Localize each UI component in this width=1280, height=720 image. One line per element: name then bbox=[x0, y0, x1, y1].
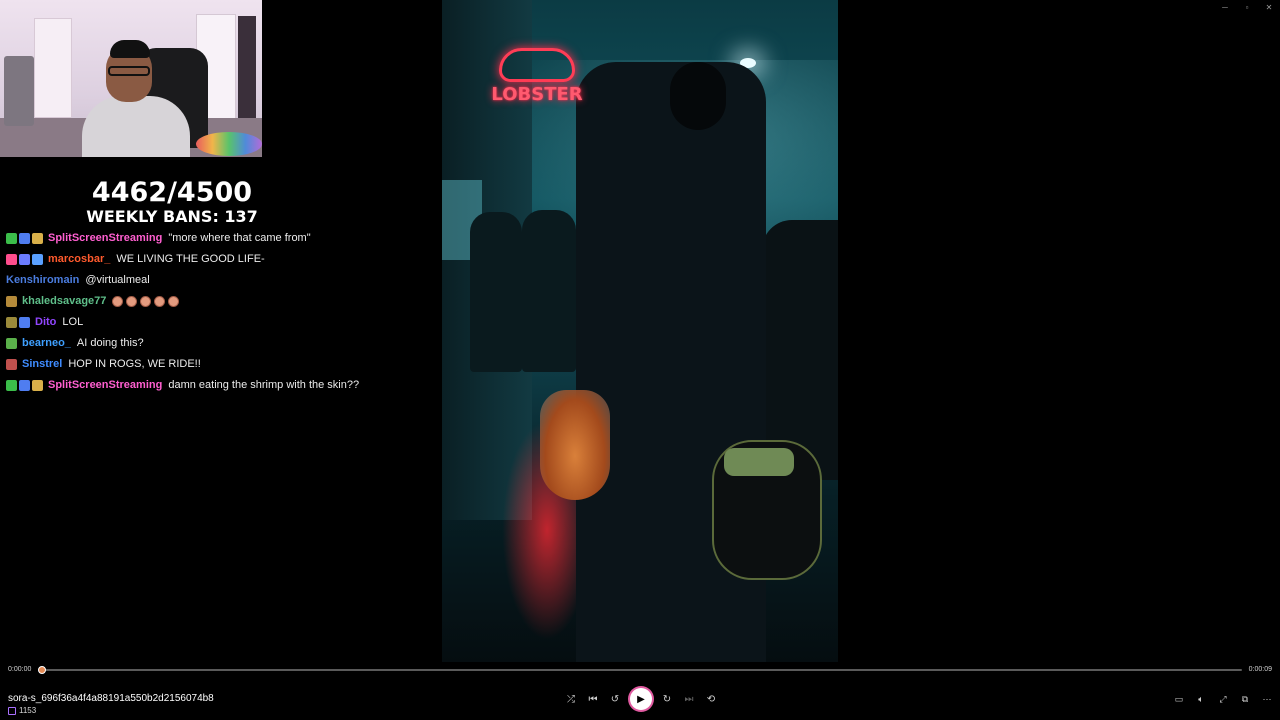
badge-icon bbox=[6, 233, 17, 244]
weekly-bans: WEEKLY BANS: 137 bbox=[86, 207, 258, 226]
seek-bar[interactable] bbox=[40, 669, 1242, 671]
volume-icon[interactable]: 🔈︎ bbox=[1190, 688, 1212, 710]
twitch-icon bbox=[8, 706, 16, 715]
chat-message: bearneo_ AI doing this? bbox=[6, 333, 436, 354]
close-button[interactable]: ✕ bbox=[1258, 0, 1280, 16]
viewer-count-label: 1153 bbox=[19, 706, 37, 715]
more-icon[interactable]: ⋯ bbox=[1256, 688, 1278, 710]
badge-icon bbox=[19, 317, 30, 328]
chat-text: WE LIVING THE GOOD LIFE- bbox=[116, 253, 265, 265]
chat-username[interactable]: Kenshiromain bbox=[6, 270, 79, 291]
badge-icon bbox=[19, 233, 30, 244]
chat-username[interactable]: SplitScreenStreaming bbox=[48, 228, 162, 249]
chat-username[interactable]: bearneo_ bbox=[22, 333, 71, 354]
chat-message: Sinstrel HOP IN ROGS, WE RIDE!! bbox=[6, 354, 436, 375]
chat-text: HOP IN ROGS, WE RIDE!! bbox=[68, 358, 201, 370]
chat-text: "more where that came from" bbox=[168, 232, 311, 244]
badge-icon bbox=[6, 338, 17, 349]
shuffle-icon[interactable]: ⤮ bbox=[560, 688, 582, 710]
chat-text: @virtualmeal bbox=[85, 274, 150, 286]
chat-text: LOL bbox=[62, 316, 84, 328]
cast-icon[interactable]: ⧉ bbox=[1234, 688, 1256, 710]
chat-message: Kenshiromain @virtualmeal bbox=[6, 270, 436, 291]
play-icon[interactable]: ▶ bbox=[630, 688, 652, 710]
player-right-controls: ▭ 🔈︎ ⤢ ⧉ ⋯ bbox=[1168, 688, 1278, 710]
chat-panel: SplitScreenStreaming "more where that cam… bbox=[6, 228, 436, 396]
emote-icon bbox=[140, 296, 152, 307]
badge-icon bbox=[19, 254, 30, 265]
next-icon[interactable]: ⏭ bbox=[678, 688, 700, 710]
emote-icon bbox=[168, 296, 180, 307]
chat-message: Dito LOL bbox=[6, 312, 436, 333]
chat-username[interactable]: Dito bbox=[35, 312, 56, 333]
user-badges bbox=[6, 317, 30, 328]
money-bag bbox=[712, 440, 822, 580]
minimize-button[interactable]: ─ bbox=[1214, 0, 1236, 16]
viewer-count: 1153 bbox=[8, 706, 36, 715]
window-controls: ─ ▫ ✕ bbox=[1214, 0, 1280, 16]
emote-icon bbox=[126, 296, 138, 307]
shrimp-bag bbox=[540, 390, 610, 500]
chat-message: SplitScreenStreaming "more where that cam… bbox=[6, 228, 436, 249]
user-badges bbox=[6, 359, 17, 370]
badge-icon bbox=[6, 380, 17, 391]
chat-username[interactable]: Sinstrel bbox=[22, 354, 62, 375]
badge-icon bbox=[19, 380, 30, 391]
badge-icon bbox=[6, 317, 17, 328]
playback-controls: ⤮ ⏮ ↺ ▶ ↻ ⏭ ⟲ bbox=[560, 688, 722, 710]
ban-count: 4462/4500 bbox=[91, 177, 253, 208]
user-badges bbox=[6, 233, 43, 244]
forward-30-icon[interactable]: ↻ bbox=[656, 688, 678, 710]
webcam-feed bbox=[0, 0, 262, 157]
user-badges bbox=[6, 338, 17, 349]
maximize-button[interactable]: ▫ bbox=[1236, 0, 1258, 16]
lobster-icon bbox=[499, 48, 575, 82]
previous-icon[interactable]: ⏮ bbox=[582, 688, 604, 710]
chat-username[interactable]: khaledsavage77 bbox=[22, 291, 106, 312]
chat-text: AI doing this? bbox=[76, 337, 144, 349]
chat-message: khaledsavage77 bbox=[6, 291, 436, 312]
badge-icon bbox=[6, 254, 17, 265]
seek-handle[interactable] bbox=[38, 666, 46, 674]
user-badges bbox=[6, 254, 43, 265]
badge-icon bbox=[6, 359, 17, 370]
user-badges bbox=[6, 296, 17, 307]
video-frame[interactable]: LOBSTER bbox=[442, 0, 838, 662]
badge-icon bbox=[6, 296, 17, 307]
badge-icon bbox=[32, 254, 43, 265]
badge-icon bbox=[32, 380, 43, 391]
current-time: 0:00:00 bbox=[8, 666, 32, 673]
total-time: 0:00:09 bbox=[1248, 666, 1272, 673]
chat-text: damn eating the shrimp with the skin?? bbox=[168, 379, 360, 391]
badge-icon bbox=[32, 233, 43, 244]
media-filename: sora-s_696f36a4f4a88191a550b2d2156074b8 bbox=[8, 693, 214, 704]
neon-sign-text: LOBSTER bbox=[491, 84, 583, 105]
emote-icon bbox=[154, 296, 166, 307]
user-badges bbox=[6, 380, 43, 391]
emote-icon bbox=[112, 296, 124, 307]
miniplayer-icon[interactable]: ▭ bbox=[1168, 688, 1190, 710]
neon-sign: LOBSTER bbox=[482, 48, 592, 105]
chat-message: marcosbar_ WE LIVING THE GOOD LIFE- bbox=[6, 249, 436, 270]
repeat-off-icon[interactable]: ⟲ bbox=[700, 688, 722, 710]
chat-username[interactable]: SplitScreenStreaming bbox=[48, 375, 162, 396]
ban-counter-overlay: 4462/4500 WEEKLY BANS: 137 bbox=[0, 178, 344, 226]
chat-message: SplitScreenStreaming damn eating the shri… bbox=[6, 375, 436, 396]
fullscreen-icon[interactable]: ⤢ bbox=[1212, 688, 1234, 710]
rewind-10-icon[interactable]: ↺ bbox=[604, 688, 626, 710]
chat-username[interactable]: marcosbar_ bbox=[48, 249, 110, 270]
